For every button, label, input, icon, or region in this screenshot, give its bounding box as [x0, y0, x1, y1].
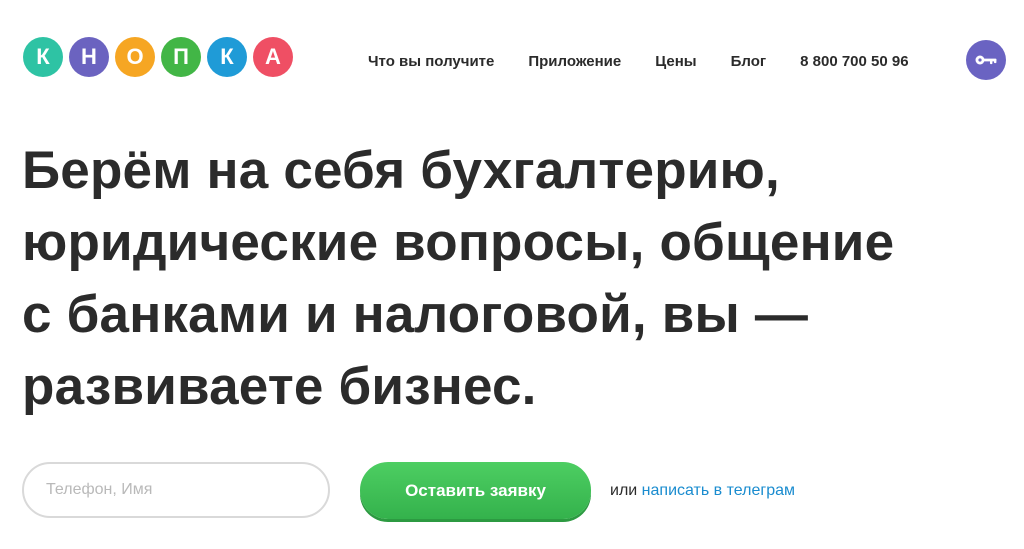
nav-item-prices[interactable]: Цены — [655, 53, 696, 70]
logo-letter-o: О — [115, 37, 155, 77]
submit-request-button[interactable]: Оставить заявку — [360, 462, 591, 519]
hero-headline: Берём на себя бухгалтерию, юридические в… — [22, 135, 1002, 423]
logo-letter-n: Н — [69, 37, 109, 77]
logo-letter-a: А — [253, 37, 293, 77]
logo[interactable]: К Н О П К А — [23, 37, 293, 77]
phone-name-input[interactable] — [22, 462, 330, 518]
key-icon — [975, 55, 997, 65]
login-button[interactable] — [966, 40, 1006, 80]
hero-line-4: развиваете бизнес. — [22, 357, 537, 416]
telegram-link[interactable]: написать в телеграм — [642, 482, 795, 499]
nav-item-blog[interactable]: Блог — [731, 53, 767, 70]
alt-contact-prefix: или — [610, 482, 638, 499]
logo-letter-k2: К — [207, 37, 247, 77]
logo-letter-p: П — [161, 37, 201, 77]
hero-line-2: юридические вопросы, общение — [22, 213, 895, 272]
hero-line-3: с банками и налоговой, вы — — [22, 285, 809, 344]
hero-line-1: Берём на себя бухгалтерию, — [22, 141, 780, 200]
logo-letter-k1: К — [23, 37, 63, 77]
alt-contact: или написать в телеграм — [610, 482, 795, 500]
nav-phone-link[interactable]: 8 800 700 50 96 — [800, 53, 908, 70]
nav-item-features[interactable]: Что вы получите — [368, 53, 494, 70]
nav-item-app[interactable]: Приложение — [528, 53, 621, 70]
main-nav: Что вы получите Приложение Цены Блог 8 8… — [368, 50, 909, 72]
